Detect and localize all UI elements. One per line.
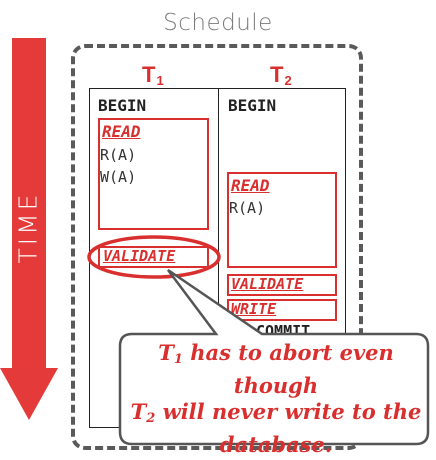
callout-line-3: database. <box>219 432 333 457</box>
callout-text: T1 has to abort even though T2 will neve… <box>120 340 432 458</box>
callout-line-2: T2 will never write to the <box>130 399 422 426</box>
callout-line-1: T1 has to abort even though <box>158 340 394 398</box>
